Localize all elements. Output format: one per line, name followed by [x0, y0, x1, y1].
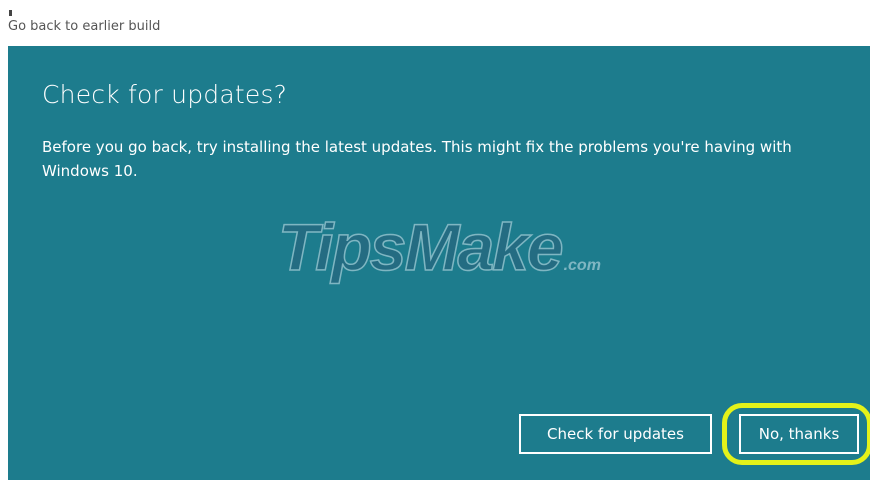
- check-for-updates-button[interactable]: Check for updates: [519, 414, 712, 454]
- title-bar: Go back to earlier build: [0, 0, 870, 46]
- window-corner-mark: [9, 10, 12, 16]
- watermark-logo: TipsMake .com: [277, 210, 601, 284]
- dialog-heading: Check for updates?: [42, 80, 288, 109]
- watermark-suffix-text: .com: [563, 257, 601, 274]
- watermark-main-text: TipsMake: [277, 210, 564, 284]
- dialog-panel: Check for updates? Before you go back, t…: [8, 46, 870, 480]
- no-thanks-button[interactable]: No, thanks: [739, 414, 859, 454]
- dialog-body-text: Before you go back, try installing the l…: [42, 138, 792, 180]
- window-title: Go back to earlier build: [8, 19, 161, 34]
